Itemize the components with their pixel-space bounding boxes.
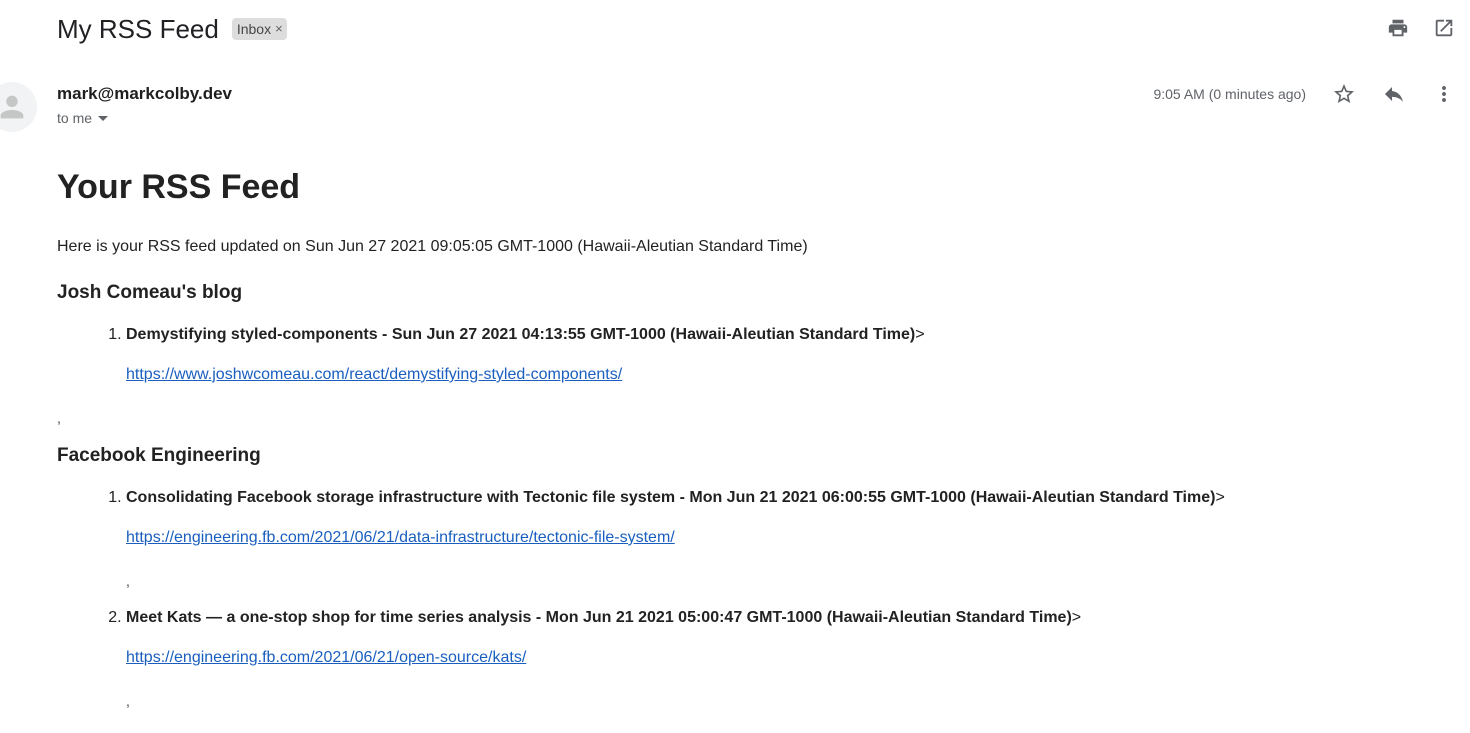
feed-item-suffix: > <box>1215 489 1225 506</box>
feed-item-title: Demystifying styled-components - Sun Jun… <box>126 326 916 343</box>
separator-comma: , <box>57 410 61 426</box>
email-view: My RSS Feed Inbox × mark@markcolby.dev t… <box>0 0 1470 733</box>
recipient-details[interactable]: to me <box>57 110 109 126</box>
star-icon[interactable] <box>1332 82 1356 106</box>
feed-item-list: Consolidating Facebook storage infrastru… <box>57 488 1437 709</box>
avatar[interactable] <box>0 82 37 132</box>
recipient-label: to me <box>57 110 93 126</box>
reply-icon[interactable] <box>1382 82 1406 106</box>
subject-bar: My RSS Feed Inbox × <box>57 12 287 46</box>
separator-comma: , <box>126 573 130 589</box>
message-timestamp: 9:05 AM (0 minutes ago) <box>1153 86 1306 102</box>
feed-item: Meet Kats — a one-stop shop for time ser… <box>126 608 1437 709</box>
label-chip-text: Inbox <box>236 21 272 37</box>
open-in-new-window-icon[interactable] <box>1432 16 1456 40</box>
separator-comma: , <box>126 693 130 709</box>
feed-item-list: Demystifying styled-components - Sun Jun… <box>57 325 1437 385</box>
feed-item-link[interactable]: https://engineering.fb.com/2021/06/21/da… <box>126 528 675 548</box>
feed-item-title: Consolidating Facebook storage infrastru… <box>126 489 1216 506</box>
person-icon <box>0 95 24 119</box>
header-actions <box>1386 16 1456 40</box>
caret-down-icon[interactable] <box>98 115 109 121</box>
inbox-label-chip[interactable]: Inbox × <box>231 18 287 40</box>
feed-item-title: Meet Kats — a one-stop shop for time ser… <box>126 609 1072 626</box>
feed-item: Consolidating Facebook storage infrastru… <box>126 488 1437 589</box>
email-subject: My RSS Feed <box>57 14 219 44</box>
body-heading: Your RSS Feed <box>57 168 301 206</box>
print-icon[interactable] <box>1386 16 1410 40</box>
remove-label-icon[interactable]: × <box>275 20 283 38</box>
sender-email[interactable]: mark@markcolby.dev <box>57 84 232 104</box>
feed-item-suffix: > <box>1071 609 1082 626</box>
more-vert-icon[interactable] <box>1432 82 1456 106</box>
feed-item: Demystifying styled-components - Sun Jun… <box>126 325 1437 385</box>
feed-title: Josh Comeau's blog <box>57 282 243 303</box>
feed-title: Facebook Engineering <box>57 445 261 466</box>
feed-item-suffix: > <box>915 326 925 343</box>
feed-item-link[interactable]: https://www.joshwcomeau.com/react/demyst… <box>126 365 622 385</box>
message-meta: 9:05 AM (0 minutes ago) <box>1153 82 1456 106</box>
feed-item-link[interactable]: https://engineering.fb.com/2021/06/21/op… <box>126 648 526 668</box>
email-body: Your RSS Feed Here is your RSS feed upda… <box>57 166 1437 709</box>
feed-updated-text: Here is your RSS feed updated on Sun Jun… <box>57 238 808 255</box>
